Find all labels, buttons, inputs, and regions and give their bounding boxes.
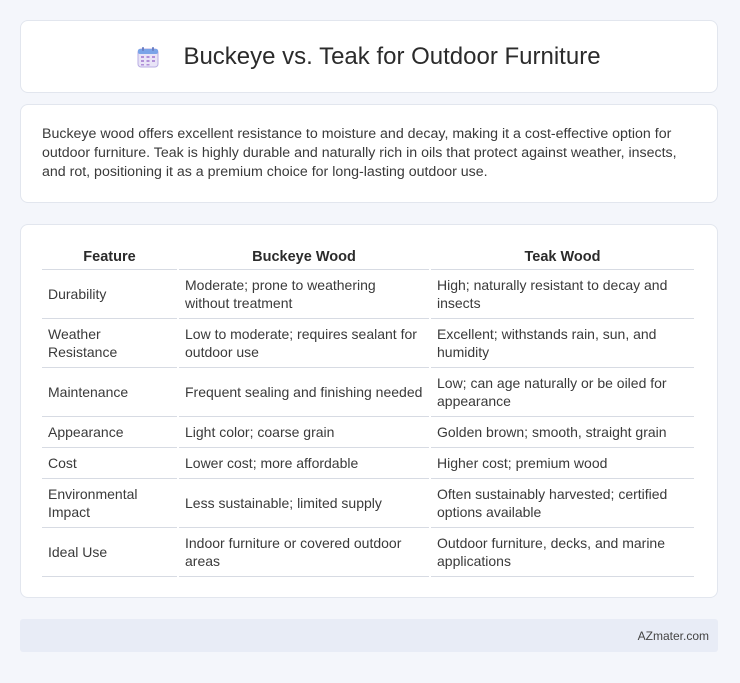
table-row: Appearance Light color; coarse grain Gol… [42,417,694,448]
table-cell: Light color; coarse grain [179,417,429,448]
table-cell: Ideal Use [42,528,177,577]
table-cell: Frequent sealing and finishing needed [179,368,429,417]
table-row: Weather Resistance Low to moderate; requ… [42,319,694,368]
column-header-teak: Teak Wood [431,247,694,270]
column-header-buckeye: Buckeye Wood [179,247,429,270]
table-cell: Lower cost; more affordable [179,448,429,479]
table-cell: Moderate; prone to weathering without tr… [179,270,429,319]
table-cell: Higher cost; premium wood [431,448,694,479]
intro-card: Buckeye wood offers excellent resistance… [20,104,718,203]
table-header-row: Feature Buckeye Wood Teak Wood [42,247,694,270]
table-row: Environmental Impact Less sustainable; l… [42,479,694,528]
table-cell: Weather Resistance [42,319,177,368]
intro-text: Buckeye wood offers excellent resistance… [42,126,677,180]
title-card: Buckeye vs. Teak for Outdoor Furniture [20,20,718,93]
footer: AZmater.com [20,619,718,652]
table-cell: Environmental Impact [42,479,177,528]
table-cell: Low to moderate; requires sealant for ou… [179,319,429,368]
table-cell: High; naturally resistant to decay and i… [431,270,694,319]
page-title: Buckeye vs. Teak for Outdoor Furniture [183,42,601,70]
table-row: Durability Moderate; prone to weathering… [42,270,694,319]
table-cell: Less sustainable; limited supply [179,479,429,528]
table-cell: Maintenance [42,368,177,417]
table-row: Maintenance Frequent sealing and finishi… [42,368,694,417]
table-cell: Excellent; withstands rain, sun, and hum… [431,319,694,368]
table-cell: Appearance [42,417,177,448]
comparison-table: Feature Buckeye Wood Teak Wood Durabilit… [40,247,696,577]
table-cell: Outdoor furniture, decks, and marine app… [431,528,694,577]
table-cell: Durability [42,270,177,319]
calendar-icon [137,46,159,68]
table-cell: Often sustainably harvested; certified o… [431,479,694,528]
table-row: Cost Lower cost; more affordable Higher … [42,448,694,479]
table-cell: Golden brown; smooth, straight grain [431,417,694,448]
comparison-card: Feature Buckeye Wood Teak Wood Durabilit… [20,224,718,598]
table-cell: Cost [42,448,177,479]
table-cell: Indoor furniture or covered outdoor area… [179,528,429,577]
column-header-feature: Feature [42,247,177,270]
footer-brand: AZmater.com [637,628,709,643]
table-cell: Low; can age naturally or be oiled for a… [431,368,694,417]
table-row: Ideal Use Indoor furniture or covered ou… [42,528,694,577]
